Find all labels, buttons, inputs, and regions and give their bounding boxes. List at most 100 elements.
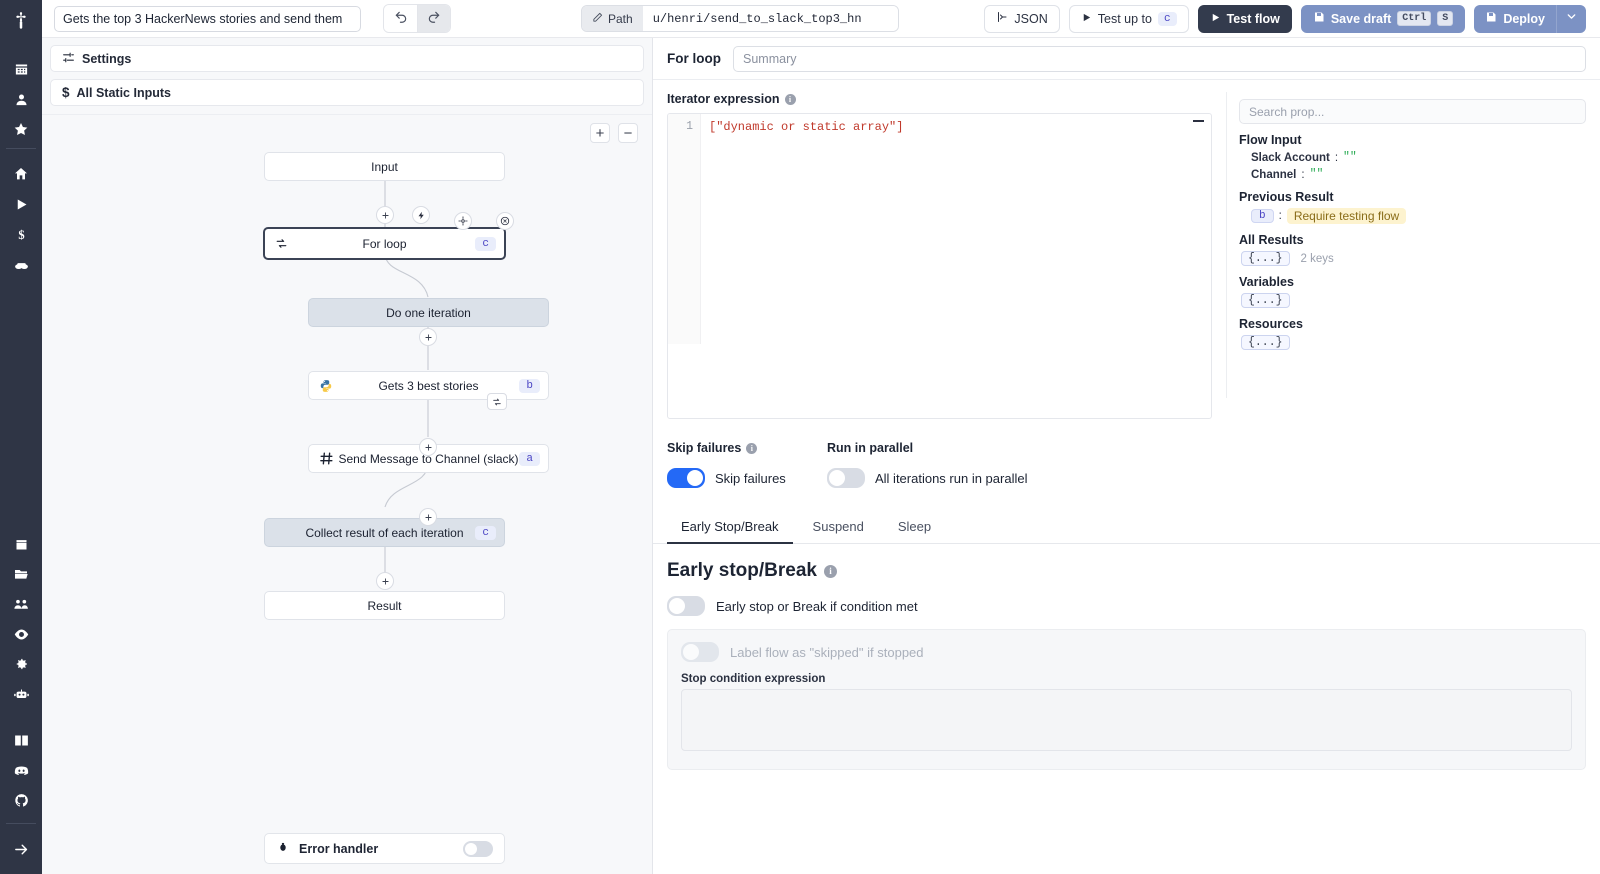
info-icon[interactable]: i xyxy=(823,564,837,578)
sidebar-item-settings[interactable] xyxy=(0,649,42,679)
add-step-handle[interactable] xyxy=(376,572,394,590)
info-icon[interactable]: i xyxy=(784,93,796,105)
sidebar-item-favorites[interactable] xyxy=(0,114,42,144)
flow-input-group: Flow Input Slack Account : "" Channel : … xyxy=(1239,133,1586,181)
sidebar-item-apps[interactable] xyxy=(0,54,42,84)
path-label-text: Path xyxy=(608,11,633,26)
flow-node-label: For loop xyxy=(362,236,407,251)
deploy-button[interactable]: Deploy xyxy=(1474,5,1556,33)
variables-item[interactable]: {...} xyxy=(1239,293,1586,308)
flow-title-input[interactable] xyxy=(54,5,361,32)
flow-canvas[interactable]: + − Input For loop c Do one iteration Ge… xyxy=(42,114,652,874)
sidebar-item-variables[interactable]: $ xyxy=(0,219,42,249)
sidebar-item-workers[interactable] xyxy=(0,679,42,709)
windmill-logo-icon[interactable] xyxy=(0,0,42,40)
sidebar-item-home[interactable] xyxy=(0,159,42,189)
sidebar-expand-button[interactable] xyxy=(0,834,42,864)
json-button-label: JSON xyxy=(1014,11,1048,26)
prop-colon: : xyxy=(1278,210,1282,222)
sidebar-item-audit-logs[interactable] xyxy=(0,619,42,649)
sidebar-item-user[interactable] xyxy=(0,84,42,114)
summary-input[interactable] xyxy=(733,45,1586,72)
flow-graph: Input For loop c Do one iteration Gets 3… xyxy=(42,115,652,874)
apps-icon xyxy=(14,62,29,77)
skip-failures-toggle[interactable] xyxy=(667,468,705,488)
minimize-editor-button[interactable] xyxy=(1193,120,1204,122)
prop-value: "" xyxy=(1309,168,1324,181)
undo-button[interactable] xyxy=(384,5,417,32)
path-field[interactable]: Path u/henri/send_to_slack_top3_hn xyxy=(581,5,899,32)
flow-input-item[interactable]: Channel : "" xyxy=(1239,168,1586,181)
info-icon[interactable]: i xyxy=(746,442,758,454)
code-editor[interactable]: 1 ["dynamic or static array"] xyxy=(667,113,1212,419)
tab-early-stop-break[interactable]: Early Stop/Break xyxy=(667,512,793,544)
retry-loop-handle[interactable] xyxy=(487,393,507,410)
pencil-icon xyxy=(592,12,603,26)
loop-icon xyxy=(275,237,288,250)
star-icon xyxy=(13,121,29,137)
add-step-handle[interactable] xyxy=(376,206,394,224)
deploy-dropdown-button[interactable] xyxy=(1556,4,1586,33)
save-draft-button[interactable]: Save draft Ctrl S xyxy=(1300,4,1466,33)
flow-node-for-loop[interactable]: For loop c xyxy=(263,227,506,260)
add-trigger-handle[interactable] xyxy=(412,206,430,224)
flow-input-item[interactable]: Slack Account : "" xyxy=(1239,151,1586,164)
error-handler-row[interactable]: Error handler xyxy=(264,833,505,864)
run-in-parallel-toggle[interactable] xyxy=(827,468,865,488)
zoom-in-button[interactable]: + xyxy=(590,123,610,143)
home-icon xyxy=(13,166,29,182)
flow-node-gets-3-best-stories[interactable]: Gets 3 best stories b xyxy=(308,371,549,400)
discord-icon xyxy=(13,762,30,779)
resources-object[interactable]: {...} xyxy=(1241,335,1290,350)
sidebar-item-discord[interactable] xyxy=(0,755,42,785)
flow-node-input[interactable]: Input xyxy=(264,152,505,181)
test-flow-button[interactable]: Test flow xyxy=(1197,4,1292,33)
variables-object[interactable]: {...} xyxy=(1241,293,1290,308)
stop-condition-input[interactable] xyxy=(681,689,1572,751)
settings-accordion[interactable]: Settings xyxy=(50,45,644,72)
all-results-object[interactable]: {...} xyxy=(1241,251,1290,266)
sidebar-item-resources[interactable] xyxy=(0,249,42,279)
previous-result-badge: b xyxy=(1251,209,1274,223)
flow-node-do-one-iteration[interactable]: Do one iteration xyxy=(308,298,549,327)
move-node-handle[interactable] xyxy=(454,212,472,230)
flow-node-collect-result[interactable]: Collect result of each iteration c xyxy=(264,518,505,547)
chevron-down-icon xyxy=(1565,10,1578,28)
add-step-handle[interactable] xyxy=(419,328,437,346)
early-stop-disabled-panel: Label flow as "skipped" if stopped Stop … xyxy=(667,629,1586,770)
sidebar-item-github[interactable] xyxy=(0,785,42,815)
search-prop-input[interactable] xyxy=(1239,99,1586,124)
zoom-out-button[interactable]: − xyxy=(618,123,638,143)
static-inputs-accordion[interactable]: $ All Static Inputs xyxy=(50,79,644,106)
sidebar-item-docs[interactable] xyxy=(0,725,42,755)
add-step-handle[interactable] xyxy=(419,508,437,526)
tab-suspend[interactable]: Suspend xyxy=(799,512,878,544)
bottom-tabs: Early Stop/Break Suspend Sleep xyxy=(653,512,1600,544)
redo-button[interactable] xyxy=(417,5,450,32)
folders-icon xyxy=(13,566,29,582)
flow-node-result[interactable]: Result xyxy=(264,591,505,620)
expand-arrow-icon xyxy=(13,841,30,858)
sidebar-item-folders[interactable] xyxy=(0,559,42,589)
sidebar-item-schedules[interactable] xyxy=(0,529,42,559)
sidebar-item-runs[interactable] xyxy=(0,189,42,219)
runs-play-icon xyxy=(14,197,29,212)
top-toolbar: Path u/henri/send_to_slack_top3_hn JSON … xyxy=(42,0,1600,38)
deploy-button-group: Deploy xyxy=(1474,4,1586,33)
editor-code-text[interactable]: ["dynamic or static array"] xyxy=(701,114,1211,418)
error-handler-toggle[interactable] xyxy=(463,840,493,857)
test-up-to-button[interactable]: Test up to c xyxy=(1068,4,1189,33)
json-button[interactable]: JSON xyxy=(984,4,1060,33)
sidebar-item-groups[interactable] xyxy=(0,589,42,619)
all-results-item[interactable]: {...} 2 keys xyxy=(1239,251,1586,266)
early-stop-toggle[interactable] xyxy=(667,596,705,616)
label-skipped-toggle[interactable] xyxy=(681,642,719,662)
previous-result-item[interactable]: b : Require testing flow xyxy=(1239,208,1586,224)
path-value-text[interactable]: u/henri/send_to_slack_top3_hn xyxy=(642,6,898,31)
loop-toggles-row: Skip failures i Skip failures Run in par… xyxy=(653,441,1600,488)
add-step-handle[interactable] xyxy=(419,438,437,456)
skip-failures-heading: Skip failures i xyxy=(667,441,827,455)
tab-sleep[interactable]: Sleep xyxy=(884,512,945,544)
delete-node-handle[interactable] xyxy=(496,212,514,230)
resources-item[interactable]: {...} xyxy=(1239,335,1586,350)
